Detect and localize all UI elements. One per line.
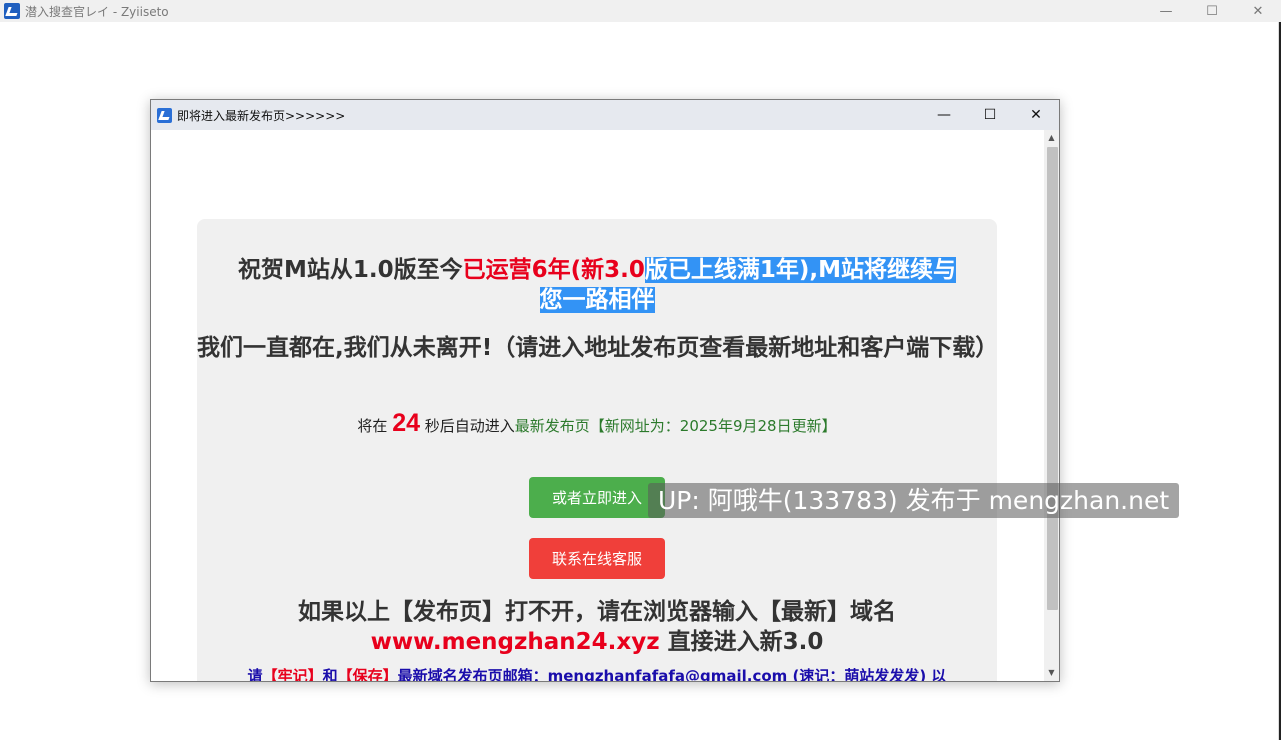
outer-window-controls: — ☐ ✕ bbox=[1143, 0, 1281, 22]
heading-red-text: 已运营6年(新3.0 bbox=[462, 257, 645, 283]
dialog-close-icon[interactable]: ✕ bbox=[1013, 100, 1059, 130]
scroll-up-icon[interactable]: ▲ bbox=[1044, 132, 1059, 144]
heading-selected-text: 版已上线满1年),M站将继续与 bbox=[644, 257, 957, 283]
address-notice-heading: 我们一直都在,我们从未离开!（请进入地址发布页查看最新地址和客户端下载） bbox=[197, 335, 999, 361]
close-icon[interactable]: ✕ bbox=[1235, 0, 1281, 22]
countdown-line: 将在 24 秒后自动进入最新发布页【新网址为：2025年9月28日更新】 bbox=[197, 409, 997, 438]
email-notice: 请【牢记】和【保存】最新域名发布页邮箱：mengzhanfafafa@gmail… bbox=[197, 665, 997, 681]
countdown-prefix: 将在 bbox=[357, 417, 388, 435]
footer-and: 和 bbox=[322, 667, 338, 681]
dialog-window-controls: — ☐ ✕ bbox=[921, 100, 1059, 130]
heading-text: 祝贺M站从1.0版至今 bbox=[237, 257, 463, 283]
enter-now-button[interactable]: 或者立即进入 bbox=[529, 477, 665, 518]
countdown-number: 24 bbox=[392, 409, 420, 437]
announcement-heading: 祝贺M站从1.0版至今已运营6年(新3.0版已上线满1年),M站将继续与您一路相… bbox=[197, 255, 997, 315]
footer-email-text: 最新域名发布页邮箱：mengzhanfafafa@gmail.com (速记：萌… bbox=[397, 667, 947, 681]
app-icon bbox=[4, 3, 20, 19]
dialog-content: 祝贺M站从1.0版至今已运营6年(新3.0版已上线满1年),M站将继续与您一路相… bbox=[151, 130, 1044, 681]
footer-remember: 【牢记】 bbox=[262, 667, 323, 681]
dialog-maximize-icon[interactable]: ☐ bbox=[967, 100, 1013, 130]
vertical-scrollbar[interactable]: ▲ ▼ bbox=[1044, 130, 1059, 681]
outer-titlebar: 潜入搜查官レイ - Zyiiseto — ☐ ✕ bbox=[0, 0, 1281, 22]
uploader-watermark: UP: 阿哦牛(133783) 发布于 mengzhan.net bbox=[648, 483, 1180, 518]
contact-service-button[interactable]: 联系在线客服 bbox=[529, 538, 665, 579]
dialog-title: 即将进入最新发布页>>>>>> bbox=[177, 108, 346, 123]
fallback-domain-heading: 如果以上【发布页】打不开，请在浏览器输入【最新】域名 www.mengzhan2… bbox=[197, 597, 997, 657]
minimize-icon[interactable]: — bbox=[1143, 0, 1189, 22]
fallback-domain[interactable]: www.mengzhan24.xyz bbox=[371, 629, 660, 655]
countdown-middle: 秒后自动进入 bbox=[424, 417, 515, 435]
redirect-dialog: 即将进入最新发布页>>>>>> — ☐ ✕ 祝贺M站从1.0版至今已运营6年(新… bbox=[150, 99, 1060, 682]
maximize-icon[interactable]: ☐ bbox=[1189, 0, 1235, 22]
scroll-thumb[interactable] bbox=[1047, 147, 1058, 610]
footer-save: 【保存】 bbox=[337, 667, 398, 681]
fallback-line1: 如果以上【发布页】打不开，请在浏览器输入【最新】域名 bbox=[298, 599, 896, 625]
outer-window-title: 潜入搜查官レイ - Zyiiseto bbox=[25, 4, 169, 19]
scroll-down-icon[interactable]: ▼ bbox=[1044, 667, 1059, 679]
footer-prefix: 请 bbox=[247, 667, 263, 681]
dialog-minimize-icon[interactable]: — bbox=[921, 100, 967, 130]
notice-card: 祝贺M站从1.0版至今已运营6年(新3.0版已上线满1年),M站将继续与您一路相… bbox=[197, 219, 999, 681]
dialog-app-icon bbox=[157, 107, 172, 123]
dialog-titlebar: 即将进入最新发布页>>>>>> — ☐ ✕ bbox=[151, 100, 1059, 130]
heading-selected-text-line2: 您一路相伴 bbox=[539, 287, 655, 313]
fallback-suffix: 直接进入新3.0 bbox=[659, 629, 824, 655]
release-page-link[interactable]: 最新发布页【新网址为：2025年9月28日更新】 bbox=[515, 417, 837, 435]
